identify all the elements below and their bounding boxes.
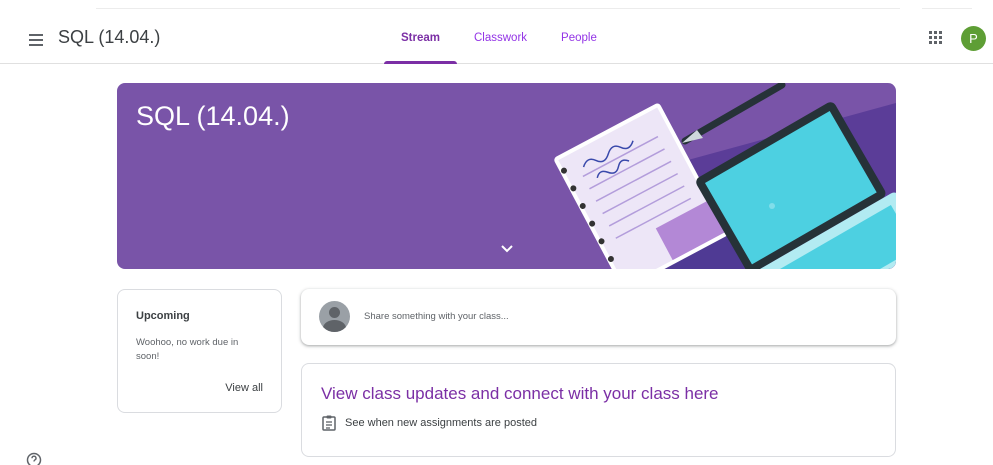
upcoming-card: Upcoming Woohoo, no work due in soon! Vi… [117,289,282,413]
hamburger-menu-icon [29,34,43,36]
updates-title: View class updates and connect with your… [321,384,719,403]
tab-stream[interactable]: Stream [384,12,457,64]
class-updates-card: View class updates and connect with your… [301,363,896,457]
share-with-class-box[interactable]: Share something with your class... [301,289,896,345]
help-icon[interactable] [26,452,42,465]
google-apps-icon[interactable] [925,27,947,49]
tab-people[interactable]: People [544,12,614,64]
class-title[interactable]: SQL (14.04.) [58,27,160,48]
upcoming-empty-text: Woohoo, no work due in soon! [136,337,239,362]
share-placeholder: Share something with your class... [364,311,509,322]
main-menu-button[interactable] [22,26,48,52]
chevron-down-icon[interactable] [497,241,517,257]
view-all-link[interactable]: View all [225,382,263,394]
tab-classwork[interactable]: Classwork [457,12,544,64]
app-header: SQL (14.04.) Stream Classwork People P [0,12,993,64]
top-divider-right [922,8,972,9]
account-avatar[interactable]: P [961,26,986,51]
updates-item-text: See when new assignments are posted [345,417,538,429]
top-divider [96,8,900,9]
banner-class-title: SQL (14.04.) [136,101,290,131]
class-tabs: Stream Classwork People [384,12,614,64]
class-banner: SQL (14.04.) [117,83,896,269]
user-avatar [319,301,350,332]
assignment-icon [322,415,336,431]
top-strip [0,0,993,12]
upcoming-title: Upcoming [136,310,190,322]
